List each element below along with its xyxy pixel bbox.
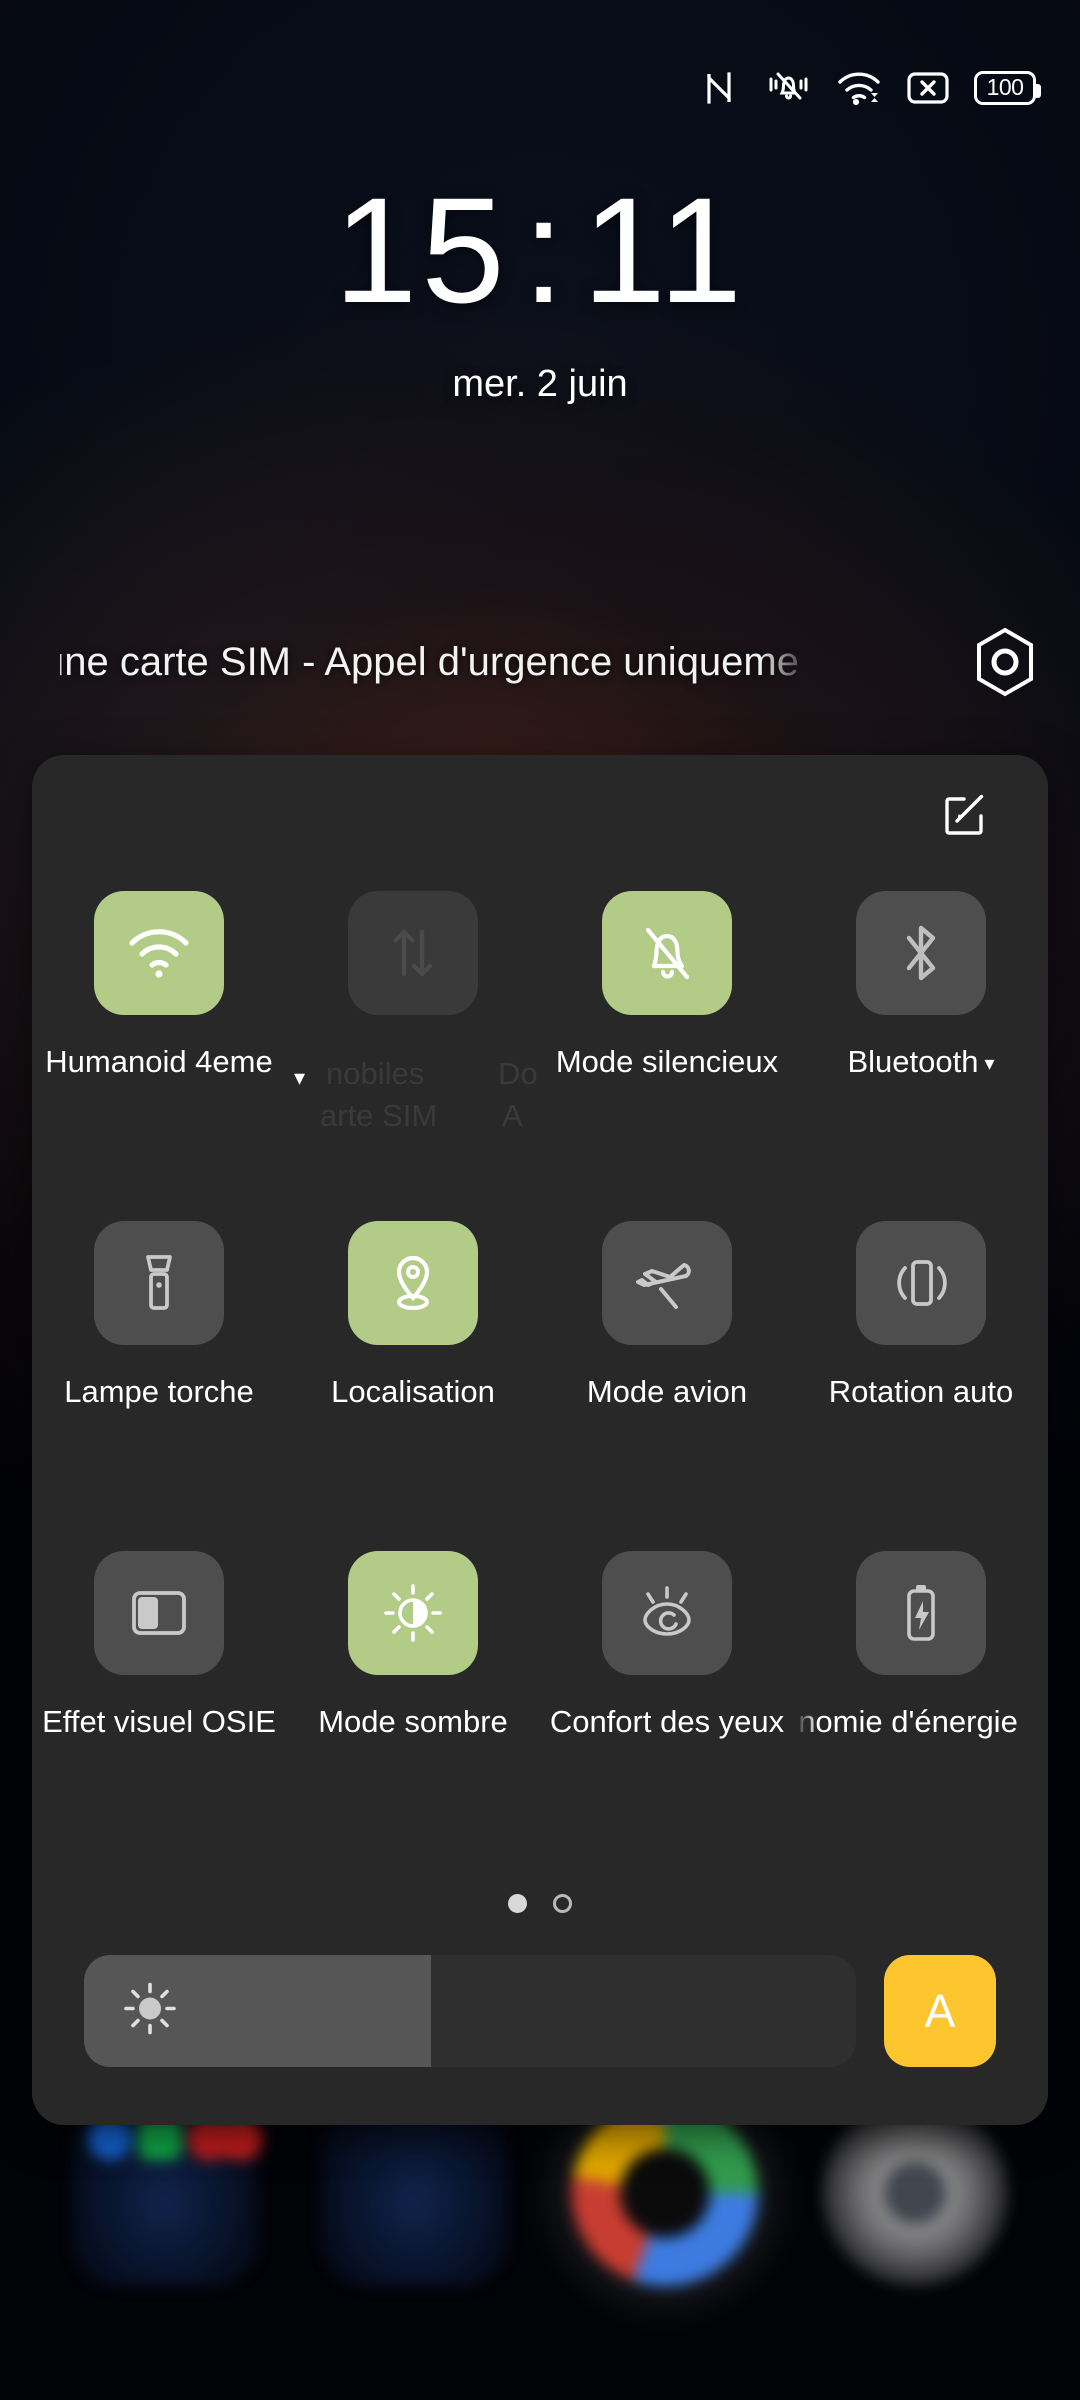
carrier-status-text: une carte SIM - Appel d'urgence uniqueme — [60, 640, 799, 684]
home-dock — [0, 2100, 1080, 2400]
location-pin-tile-icon — [348, 1221, 478, 1345]
dock-app-google[interactable] — [572, 2100, 758, 2286]
qs-tile-osie[interactable]: Effet visuel OSIE — [32, 1537, 286, 1867]
chevron-down-icon[interactable]: ▾ — [984, 1053, 994, 1075]
qs-tile-label-text: Bluetooth — [847, 1044, 979, 1079]
qs-tile-silent-mode[interactable]: Mode silencieux — [540, 877, 794, 1207]
auto-brightness-label: A — [924, 1985, 956, 2037]
qs-tile-label: Localisation — [331, 1374, 495, 1409]
wifi-icon — [836, 69, 882, 107]
qs-tile-mobile-data[interactable]: ▾ nobiles arte SIM Do A — [286, 877, 540, 1207]
dock-app-folder-second[interactable] — [322, 2100, 508, 2286]
lockscreen-screen: 100 15:11 mer. 2 juin une carte SIM - Ap… — [0, 0, 1080, 2400]
quick-settings-page-dots[interactable] — [32, 1873, 1048, 1933]
split-screen-tile-icon — [94, 1551, 224, 1675]
dock-app-grey[interactable] — [822, 2100, 1008, 2286]
quick-settings-tile-grid: Humanoid 4eme ▾ nobiles arte SIM Do A Mo… — [32, 877, 1048, 1867]
qs-ghost-label-top: nobiles — [326, 1056, 425, 1091]
rotate-phone-tile-icon — [856, 1221, 986, 1345]
qs-tile-label: Confort des yeux — [549, 1704, 785, 1739]
page-dot-1[interactable] — [508, 1893, 527, 1913]
airplane-tile-icon — [602, 1221, 732, 1345]
qs-tile-label: nomie d'énergie — [796, 1701, 1046, 1742]
qs-tile-flashlight[interactable]: Lampe torche — [32, 1207, 286, 1537]
qs-tile-label: Lampe torche — [64, 1374, 254, 1409]
edit-pencil-square-icon[interactable] — [940, 790, 988, 843]
battery-bolt-tile-icon — [856, 1551, 986, 1675]
qs-tile-power-save[interactable]: nomie d'énergie — [794, 1537, 1048, 1867]
qs-ghost-label-bottom-2: A — [502, 1098, 523, 1133]
flashlight-tile-icon — [94, 1221, 224, 1345]
battery-icon: 100 — [974, 70, 1041, 105]
silent-vibrate-icon — [760, 68, 812, 108]
bluetooth-tile-icon — [856, 891, 986, 1015]
eye-comfort-tile-icon — [602, 1551, 732, 1675]
clock-date: mer. 2 juin — [452, 363, 628, 405]
page-dot-2[interactable] — [553, 1893, 572, 1913]
qs-tile-airplane[interactable]: Mode avion — [540, 1207, 794, 1537]
quick-settings-panel: Humanoid 4eme ▾ nobiles arte SIM Do A Mo… — [32, 755, 1048, 2125]
dock-app-folder-tools[interactable] — [72, 2100, 262, 2286]
no-sim-icon — [906, 70, 950, 106]
qs-tile-dark-mode[interactable]: Mode sombre — [286, 1537, 540, 1867]
qs-tile-eye-comfort[interactable]: Confort des yeux — [540, 1537, 794, 1867]
sun-contrast-tile-icon — [348, 1551, 478, 1675]
clock-hours: 15 — [333, 166, 509, 334]
qs-tile-label: Effet visuel OSIE — [42, 1704, 276, 1739]
hexagon-settings-icon[interactable] — [930, 627, 1080, 697]
battery-level-label: 100 — [986, 74, 1024, 100]
qs-tile-bluetooth[interactable]: Bluetooth ▾ — [794, 877, 1048, 1207]
lockscreen-clock-block: 15:11 mer. 2 juin — [0, 175, 1080, 406]
qs-tile-label: Bluetooth ▾ — [801, 1041, 1041, 1085]
qs-tile-label: Rotation auto — [828, 1374, 1014, 1409]
qs-tile-label: Humanoid 4eme — [45, 1044, 273, 1079]
clock-minutes: 11 — [582, 166, 747, 334]
brightness-sun-icon — [122, 1981, 178, 2042]
qs-ghost-label-top-2: Do — [498, 1056, 538, 1091]
qs-tile-label: Mode sombre — [318, 1704, 508, 1739]
brightness-slider[interactable] — [84, 1955, 856, 2067]
qs-tile-label: Mode silencieux — [555, 1044, 779, 1079]
clock-separator: : — [522, 166, 569, 334]
carrier-row: une carte SIM - Appel d'urgence uniqueme — [0, 617, 1080, 707]
quick-settings-header — [32, 755, 1048, 877]
bell-off-tile-icon — [602, 891, 732, 1015]
qs-tile-label: Mode avion — [586, 1374, 748, 1409]
auto-brightness-button[interactable]: A — [884, 1955, 996, 2067]
qs-ghost-label-bottom: arte SIM — [320, 1098, 438, 1133]
nfc-icon — [702, 69, 736, 107]
qs-tile-wifi[interactable]: Humanoid 4eme — [32, 877, 286, 1207]
status-bar: 100 — [0, 0, 1080, 175]
qs-tile-location[interactable]: Localisation — [286, 1207, 540, 1537]
chevron-down-icon[interactable]: ▾ — [294, 1065, 305, 1091]
clock-time: 15:11 — [0, 175, 1080, 325]
carrier-marquee: une carte SIM - Appel d'urgence uniqueme — [60, 632, 910, 692]
data-arrows-tile-icon — [348, 891, 478, 1015]
qs-tile-auto-rotate[interactable]: Rotation auto — [794, 1207, 1048, 1537]
brightness-row: A — [32, 1955, 1048, 2067]
wifi-tile-icon — [94, 891, 224, 1015]
qs-tile-label-text: nomie d'énergie — [798, 1704, 1018, 1739]
